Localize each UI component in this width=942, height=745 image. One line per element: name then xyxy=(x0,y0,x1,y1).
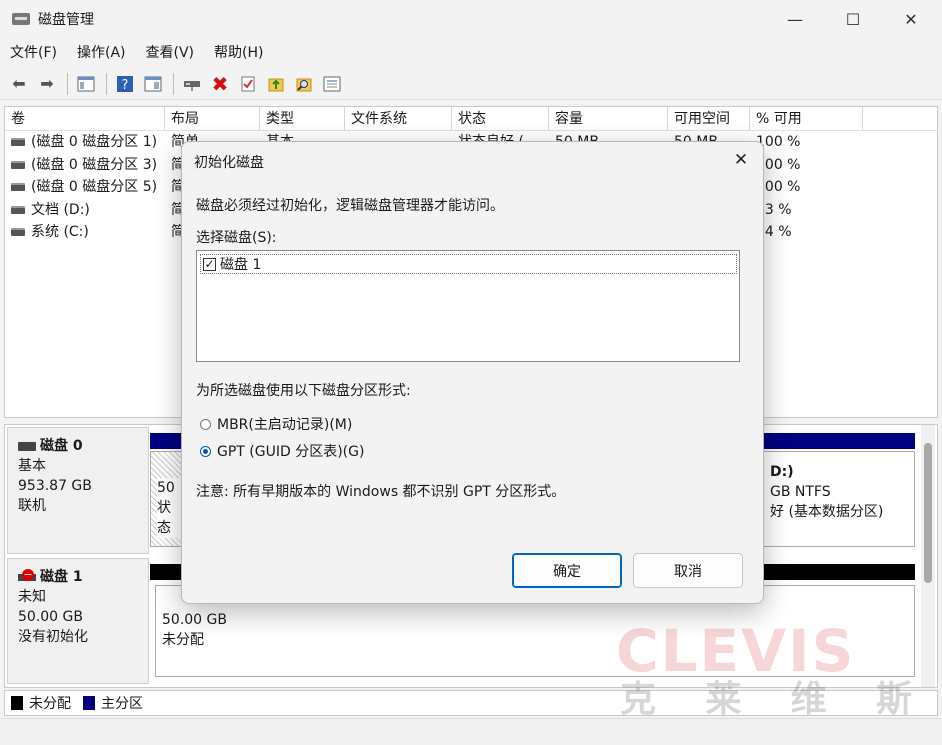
disk-1-item-label: 磁盘 1 xyxy=(220,257,262,273)
partition-style-label: 为所选磁盘使用以下磁盘分区形式: xyxy=(196,383,411,399)
table-cell: (磁盘 0 磁盘分区 1) xyxy=(5,131,165,154)
disk-1-unallocated-label: 未分配 xyxy=(162,632,204,648)
gpt-option-label: GPT (GUID 分区表)(G) xyxy=(217,444,365,460)
minimize-button[interactable]: — xyxy=(772,0,818,38)
initialize-disk-dialog: 初始化磁盘 ✕ 磁盘必须经过初始化，逻辑磁盘管理器才能访问。 选择磁盘(S): … xyxy=(181,141,764,604)
gpt-radio[interactable] xyxy=(200,445,211,457)
disk-1-state: 没有初始化 xyxy=(18,629,88,645)
menu-view[interactable]: 查看(V) xyxy=(136,40,205,66)
mbr-radio[interactable] xyxy=(200,418,211,430)
disk-1-size: 50.00 GB xyxy=(18,609,83,625)
volume-list-header: 卷 布局 类型 文件系统 状态 容量 可用空间 % 可用 xyxy=(5,107,937,131)
toolbar: ⬅ ➡ ? ✖ xyxy=(0,68,942,100)
forward-arrow-icon[interactable]: ➡ xyxy=(34,72,60,96)
disk-1-checkbox[interactable]: ✓ xyxy=(203,257,216,271)
legend-swatch-primary xyxy=(83,696,95,710)
maximize-button[interactable]: ☐ xyxy=(830,0,876,38)
cancel-button[interactable]: 取消 xyxy=(633,553,743,588)
disk-selection-list[interactable]: ✓ 磁盘 1 xyxy=(196,250,740,362)
legend-label-primary: 主分区 xyxy=(101,696,143,712)
disk-1-type: 未知 xyxy=(18,589,46,605)
disk-0-partition-d-title: D:) xyxy=(770,464,794,480)
disk-1-label[interactable]: 磁盘 1 未知 50.00 GB 没有初始化 xyxy=(7,558,149,684)
disk-0-partition-bar-right xyxy=(763,433,915,449)
table-cell: 100 % xyxy=(756,156,801,173)
gpt-option[interactable]: GPT (GUID 分区表)(G) xyxy=(200,441,364,461)
properties-window-icon[interactable] xyxy=(140,72,166,96)
disk-0-partition-d-fs: GB NTFS xyxy=(770,484,831,500)
disk-management-icon xyxy=(12,11,30,27)
volume-icon xyxy=(11,183,25,191)
volume-icon xyxy=(11,160,25,169)
table-cell: (磁盘 0 磁盘分区 5) xyxy=(5,176,165,199)
disk-0-state: 联机 xyxy=(18,498,46,514)
disk-0-name: 磁盘 0 xyxy=(40,438,83,454)
search-folder-icon[interactable] xyxy=(291,72,317,96)
dialog-title: 初始化磁盘 xyxy=(194,155,264,171)
column-header-free-space[interactable]: 可用空间 xyxy=(668,107,750,130)
mbr-option-label: MBR(主启动记录)(M) xyxy=(217,417,353,433)
disk-1-name: 磁盘 1 xyxy=(40,569,83,585)
window-title: 磁盘管理 xyxy=(38,12,94,28)
connect-disk-icon[interactable] xyxy=(179,72,205,96)
table-cell: 100 % xyxy=(756,134,801,150)
menu-action[interactable]: 操作(A) xyxy=(67,40,136,66)
disk-1-list-item[interactable]: ✓ 磁盘 1 xyxy=(200,254,737,274)
scrollbar-thumb[interactable] xyxy=(924,443,932,583)
disk-view-scrollbar[interactable] xyxy=(921,425,935,687)
disk-0-partition-d-status: 好 (基本数据分区) xyxy=(770,504,884,520)
menu-file[interactable]: 文件(F) xyxy=(0,40,67,66)
legend-label-unallocated: 未分配 xyxy=(29,696,71,712)
help-icon[interactable]: ? xyxy=(112,72,138,96)
column-header-status[interactable]: 状态 xyxy=(452,107,549,130)
disk-not-initialized-icon xyxy=(18,569,36,583)
delete-icon[interactable]: ✖ xyxy=(207,72,233,96)
svg-text:?: ? xyxy=(122,78,129,93)
table-cell: 系统 (C:) xyxy=(5,221,165,244)
disk-0-partition-left-status: 状态 xyxy=(157,498,181,538)
select-disk-label: 选择磁盘(S): xyxy=(196,230,277,246)
disk-0-partition-left-size: 50 xyxy=(157,478,181,498)
folder-up-icon[interactable] xyxy=(263,72,289,96)
close-button[interactable]: ✕ xyxy=(888,0,934,38)
legend: 未分配 主分区 xyxy=(4,690,938,716)
disk-0-label[interactable]: 磁盘 0 基本 953.87 GB 联机 xyxy=(7,427,149,554)
column-header-capacity[interactable]: 容量 xyxy=(549,107,668,130)
column-header-volume[interactable]: 卷 xyxy=(5,107,165,130)
column-header-type[interactable]: 类型 xyxy=(260,107,345,130)
table-cell: (磁盘 0 磁盘分区 3) xyxy=(5,154,165,177)
menu-bar: 文件(F) 操作(A) 查看(V) 帮助(H) xyxy=(0,40,942,66)
disk-icon xyxy=(18,441,36,451)
disk-0-partition-d[interactable]: D:) GB NTFS 好 (基本数据分区) xyxy=(763,451,915,547)
volume-icon xyxy=(11,138,25,146)
gpt-compatibility-note: 注意: 所有早期版本的 Windows 都不识别 GPT 分区形式。 xyxy=(196,484,566,500)
table-cell: 54 % xyxy=(756,224,792,240)
dialog-close-icon[interactable]: ✕ xyxy=(729,148,753,172)
menu-help[interactable]: 帮助(H) xyxy=(204,40,273,66)
column-header-layout[interactable]: 布局 xyxy=(165,107,260,130)
mbr-option[interactable]: MBR(主启动记录)(M) xyxy=(200,414,352,434)
toolbar-separator xyxy=(173,72,174,95)
dialog-message: 磁盘必须经过初始化，逻辑磁盘管理器才能访问。 xyxy=(196,198,504,214)
show-hide-console-icon[interactable] xyxy=(73,72,99,96)
column-header-percent-free[interactable]: % 可用 xyxy=(750,107,863,130)
checklist-icon[interactable] xyxy=(235,72,261,96)
ok-button[interactable]: 确定 xyxy=(512,553,622,588)
table-cell: 33 % xyxy=(756,201,792,218)
volume-icon xyxy=(11,228,25,236)
disk-0-type: 基本 xyxy=(18,458,46,474)
back-arrow-icon[interactable]: ⬅ xyxy=(6,72,32,96)
title-bar: 磁盘管理 — ☐ ✕ xyxy=(0,0,942,38)
list-view-icon[interactable] xyxy=(319,72,345,96)
toolbar-separator xyxy=(67,72,68,95)
table-cell: 100 % xyxy=(756,179,801,195)
volume-icon xyxy=(11,205,25,214)
disk-1-unallocated-size: 50.00 GB xyxy=(162,612,227,628)
column-header-filesystem[interactable]: 文件系统 xyxy=(345,107,452,130)
toolbar-separator xyxy=(106,72,107,95)
disk-0-size: 953.87 GB xyxy=(18,478,92,494)
table-cell: 文档 (D:) xyxy=(5,199,165,222)
legend-swatch-unallocated xyxy=(11,696,23,710)
status-bar xyxy=(0,718,942,745)
